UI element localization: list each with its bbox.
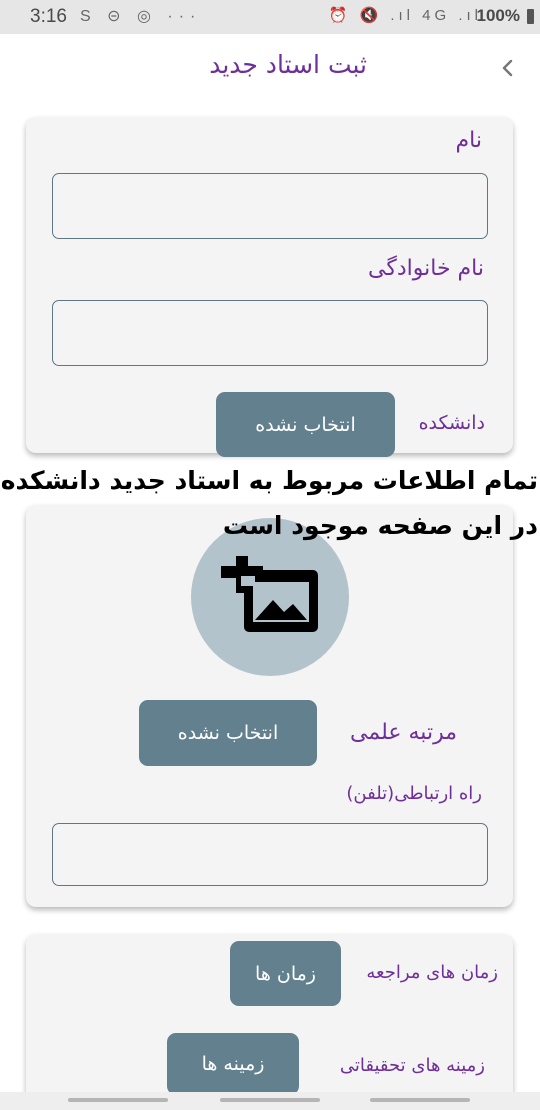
chevron-left-icon[interactable] [496,56,520,80]
nav-home-handle[interactable] [220,1098,320,1102]
page-title: ثبت استاد جدید [209,50,367,79]
first-name-input[interactable] [52,173,488,239]
faculty-label: دانشکده [418,412,485,434]
research-fields-label: زمینه های تحقیقاتی [339,1055,485,1076]
nav-back-handle[interactable] [370,1098,470,1102]
battery-icon [527,9,534,24]
first-name-label: نام [455,128,482,153]
last-name-label: نام خانوادگی [368,256,484,281]
app-header: ثبت استاد جدید [0,34,540,104]
visit-times-label: زمان های مراجعه [366,962,498,983]
visit-times-button[interactable]: زمان ها [230,941,341,1006]
academic-rank-select-button[interactable]: انتخاب نشده [139,700,317,766]
academic-rank-label: مرتبه علمی [350,720,457,745]
research-fields-button[interactable]: زمینه ها [167,1033,299,1095]
status-signal-icons: ⏰ 🔇 .ıl 4G .ıl [328,7,482,24]
nav-recent-handle[interactable] [68,1098,168,1102]
status-notification-icons: S ⊝ ◎ ··· [80,8,202,25]
status-time: 3:16 [30,6,67,27]
system-nav-bar [0,1092,540,1110]
add-photo-icon [221,556,318,632]
battery-percentage: 100% [476,6,520,25]
contact-label: راه ارتباطی(تلفن) [346,783,482,804]
contact-phone-input[interactable] [52,823,488,886]
overlay-caption-line1: تمام اطلاعات مربوط به استاد جدید دانشکده [0,466,538,495]
overlay-caption-line2: در این صفحه موجود است [222,511,538,540]
last-name-input[interactable] [52,300,488,366]
add-photo-button[interactable] [191,518,349,676]
faculty-select-button[interactable]: انتخاب نشده [216,392,395,457]
status-bar: 3:16 S ⊝ ◎ ··· ⏰ 🔇 .ıl 4G .ıl 100% [0,0,540,34]
